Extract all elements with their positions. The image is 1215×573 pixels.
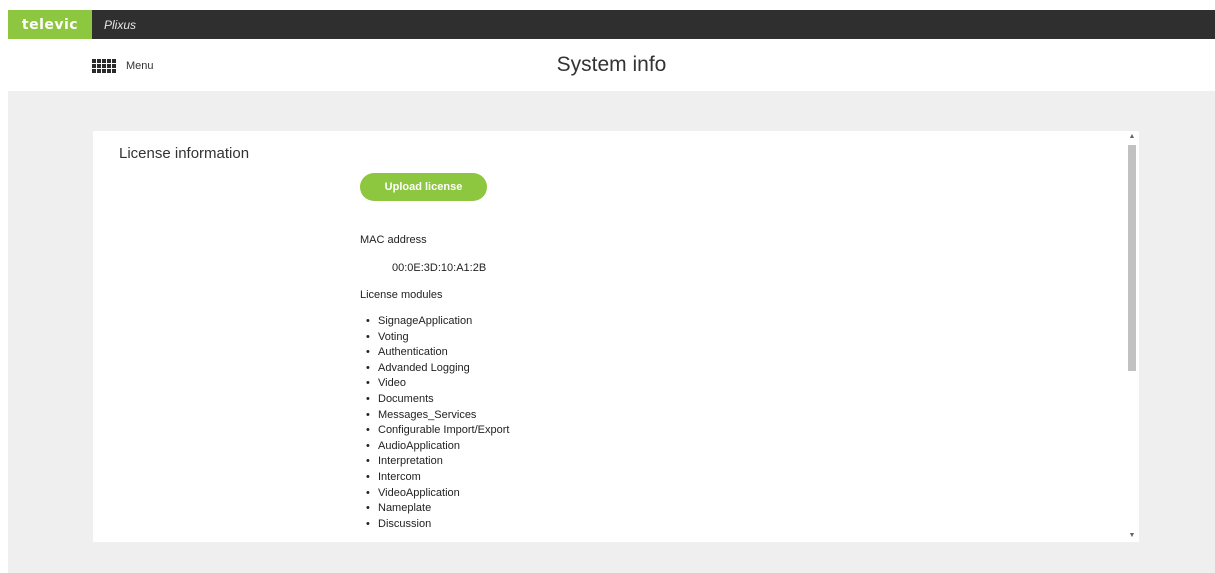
list-item: Video (363, 376, 509, 392)
scrollbar-thumb[interactable] (1128, 145, 1136, 371)
vertical-scrollbar[interactable]: ▲ ▼ (1125, 131, 1139, 542)
list-item: Interpretation (363, 454, 509, 470)
page-header: Menu System info (8, 39, 1215, 91)
list-item: Intercom (363, 470, 509, 486)
license-panel: License information Upload license MAC a… (93, 131, 1139, 542)
license-modules-label: License modules (360, 289, 443, 301)
televic-logo: televic (8, 10, 92, 39)
list-item: Nameplate (363, 501, 509, 517)
scroll-up-arrow-icon[interactable]: ▲ (1125, 131, 1139, 143)
product-name: Plixus (104, 17, 137, 32)
list-item: Configurable Import/Export (363, 423, 509, 439)
license-modules-list: SignageApplication Voting Authentication… (363, 314, 509, 532)
list-item: Documents (363, 392, 509, 408)
section-title: License information (119, 145, 250, 162)
list-item: Authentication (363, 345, 509, 361)
mac-address-value: 00:0E:3D:10:A1:2B (392, 262, 487, 274)
mac-address-label: MAC address (360, 234, 427, 246)
scroll-down-arrow-icon[interactable]: ▼ (1125, 530, 1139, 542)
list-item: SignageApplication (363, 314, 509, 330)
list-item: VideoApplication (363, 486, 509, 502)
list-item: Discussion (363, 517, 509, 533)
list-item: Advanded Logging (363, 361, 509, 377)
list-item: AudioApplication (363, 439, 509, 455)
list-item: Messages_Services (363, 408, 509, 424)
page-title: System info (556, 53, 667, 76)
upload-license-button[interactable]: Upload license (360, 173, 487, 201)
list-item: Voting (363, 330, 509, 346)
content-area: License information Upload license MAC a… (8, 91, 1215, 573)
top-bar: televic Plixus (8, 10, 1215, 39)
